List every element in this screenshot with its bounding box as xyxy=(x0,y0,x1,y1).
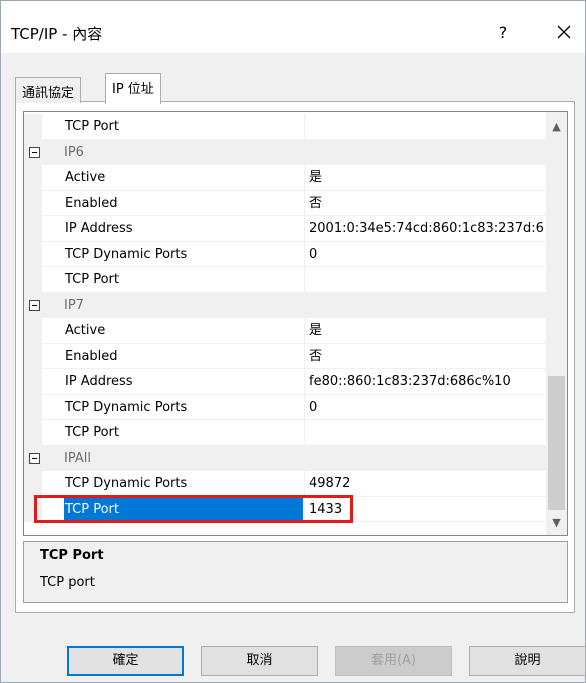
help-button[interactable]: 說明 xyxy=(469,646,586,676)
row-gutter xyxy=(24,165,42,190)
property-row[interactable]: TCP Dynamic Ports 0 xyxy=(24,241,546,267)
apply-button[interactable]: 套用(A) xyxy=(335,646,452,676)
property-value[interactable]: fe80::860:1c83:237d:686c%10 xyxy=(304,369,546,394)
row-gutter xyxy=(24,394,42,419)
property-row[interactable]: IP Address fe80::860:1c83:237d:686c%10 xyxy=(24,369,546,395)
category-label: IP7 xyxy=(64,297,84,313)
property-row[interactable]: TCP Port xyxy=(24,420,546,446)
window-title: TCP/IP - 內容 xyxy=(11,25,103,43)
property-row[interactable]: Enabled 否 xyxy=(24,343,546,369)
title-bar: TCP/IP - 內容 ? xyxy=(1,1,585,53)
row-gutter xyxy=(24,369,42,394)
property-row[interactable]: IP Address 2001:0:34e5:74cd:860:1c83:237d… xyxy=(24,216,546,242)
property-value[interactable]: 否 xyxy=(304,190,546,215)
scroll-down-arrow-icon[interactable]: ▼ xyxy=(546,514,567,532)
property-name[interactable]: TCP Dynamic Ports xyxy=(64,471,303,496)
row-gutter xyxy=(24,190,42,215)
property-value[interactable]: 2001:0:34e5:74cd:860:1c83:237d:6 xyxy=(304,216,546,241)
property-name[interactable]: Enabled xyxy=(64,344,303,369)
property-name[interactable]: Enabled xyxy=(64,191,303,216)
row-gutter xyxy=(24,318,42,343)
property-value[interactable] xyxy=(304,420,546,445)
ok-button[interactable]: 確定 xyxy=(67,646,184,676)
property-name[interactable]: TCP Port xyxy=(64,114,303,139)
category-row[interactable]: IP6 xyxy=(24,139,546,165)
property-row[interactable]: TCP Dynamic Ports 49872 xyxy=(24,471,546,497)
property-value[interactable]: 0 xyxy=(304,241,546,266)
property-value[interactable]: 是 xyxy=(304,165,546,190)
row-gutter xyxy=(24,114,42,139)
row-gutter xyxy=(24,343,42,368)
property-value[interactable]: 是 xyxy=(304,318,546,343)
category-row[interactable]: IP7 xyxy=(24,292,546,318)
row-gutter xyxy=(24,420,42,445)
property-grid[interactable]: TCP Port IP6 Active 是 Enabled 否 IP Address 2001… xyxy=(23,111,568,536)
property-row[interactable]: TCP Port xyxy=(24,267,546,293)
tcpip-properties-dialog: TCP/IP - 內容 ? 通訊協定 IP 位址 TCP Port IP6 Acti… xyxy=(0,0,586,683)
cancel-button[interactable]: 取消 xyxy=(201,646,318,676)
row-gutter xyxy=(24,241,42,266)
row-gutter xyxy=(24,471,42,496)
property-row[interactable]: TCP Port xyxy=(24,114,546,140)
collapse-toggle-icon[interactable] xyxy=(29,452,40,464)
property-value[interactable]: 49872 xyxy=(304,471,546,496)
close-icon[interactable] xyxy=(551,19,577,45)
category-row[interactable]: IPAll xyxy=(24,445,546,471)
property-name[interactable]: Active xyxy=(64,318,303,343)
scroll-thumb[interactable] xyxy=(548,376,565,510)
property-name[interactable]: IP Address xyxy=(64,216,303,241)
property-name[interactable]: TCP Port xyxy=(64,496,303,521)
property-name[interactable]: TCP Dynamic Ports xyxy=(64,395,303,420)
description-text: TCP port xyxy=(40,575,95,590)
tab-protocol[interactable]: 通訊協定 xyxy=(15,77,82,103)
property-name[interactable]: IP Address xyxy=(64,369,303,394)
vertical-scrollbar[interactable]: ▲ ▼ xyxy=(546,112,567,535)
collapse-toggle-icon[interactable] xyxy=(29,146,40,158)
category-label: IP6 xyxy=(64,144,84,160)
description-panel: TCP Port TCP port xyxy=(23,541,568,603)
category-label: IPAll xyxy=(64,450,91,466)
property-name[interactable]: Active xyxy=(64,165,303,190)
property-value[interactable]: 0 xyxy=(304,394,546,419)
property-row[interactable]: Enabled 否 xyxy=(24,190,546,216)
row-gutter xyxy=(24,496,42,521)
help-icon-button[interactable]: ? xyxy=(491,21,515,45)
property-name[interactable]: TCP Port xyxy=(64,420,303,445)
row-gutter xyxy=(24,267,42,292)
tab-ip-addresses[interactable]: IP 位址 xyxy=(105,73,161,104)
property-value[interactable]: 否 xyxy=(304,343,546,368)
property-value[interactable] xyxy=(304,114,546,139)
property-row[interactable]: Active 是 xyxy=(24,165,546,191)
scroll-up-arrow-icon[interactable]: ▲ xyxy=(546,118,567,136)
property-name[interactable]: TCP Port xyxy=(64,267,303,292)
row-gutter xyxy=(24,216,42,241)
property-row[interactable]: TCP Dynamic Ports 0 xyxy=(24,394,546,420)
property-value[interactable]: 1433 xyxy=(304,496,546,521)
property-row[interactable]: TCP Port 1433 xyxy=(24,496,546,522)
property-name[interactable]: TCP Dynamic Ports xyxy=(64,242,303,267)
description-title: TCP Port xyxy=(40,548,104,563)
collapse-toggle-icon[interactable] xyxy=(29,299,40,311)
property-row[interactable]: Active 是 xyxy=(24,318,546,344)
property-value[interactable] xyxy=(304,267,546,292)
